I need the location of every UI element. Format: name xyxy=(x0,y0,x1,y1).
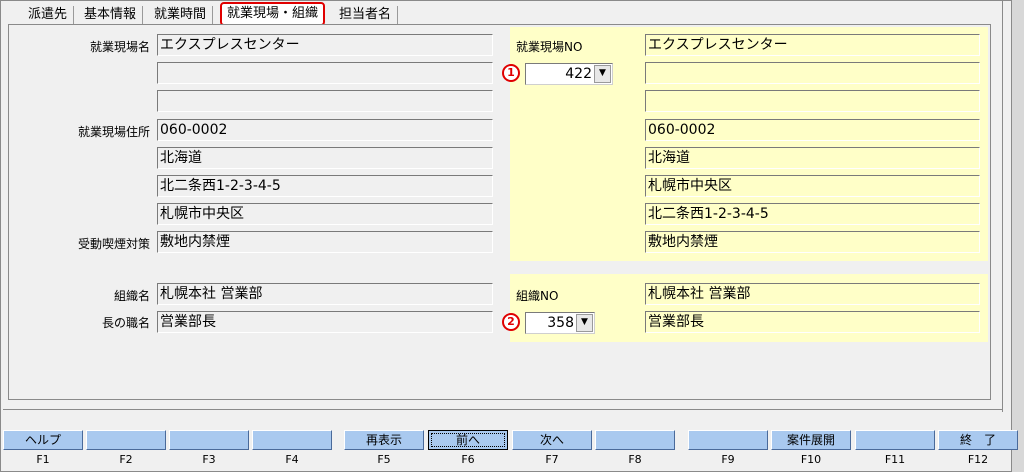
master-chief-title-field[interactable]: 営業部長 xyxy=(645,311,980,333)
site-name-field[interactable]: エクスプレスセンター xyxy=(157,34,493,56)
site-name-field-2[interactable] xyxy=(157,62,493,84)
site-name-field-3[interactable] xyxy=(157,90,493,112)
chief-title-label: 長の職名 xyxy=(101,316,150,330)
f2-button[interactable] xyxy=(86,430,166,450)
f7-key-label: F7 xyxy=(545,453,559,466)
f6-key-label: F6 xyxy=(461,453,475,466)
f12-key-label: F12 xyxy=(967,453,989,466)
f1-key-label: F1 xyxy=(36,453,50,466)
f10-key-label: F10 xyxy=(800,453,822,466)
f7-next-button[interactable]: 次へ xyxy=(512,430,592,450)
panel-bottom-border xyxy=(3,409,1003,412)
f2-key-label: F2 xyxy=(119,453,133,466)
tab-basic-info[interactable]: 基本情報 xyxy=(78,6,144,26)
tab-work-hours[interactable]: 就業時間 xyxy=(148,6,214,26)
org-no-label: 組織NO xyxy=(516,289,559,303)
f10-expand-button[interactable]: 案件展開 xyxy=(771,430,851,450)
master-prefecture-field[interactable]: 北海道 xyxy=(645,147,980,169)
marker-2: 2 xyxy=(502,313,520,331)
window-edge xyxy=(1012,0,1024,472)
marker-1: 1 xyxy=(502,64,520,82)
address-line2-field[interactable]: 札幌市中央区 xyxy=(157,203,493,225)
master-site-name-field-2[interactable] xyxy=(645,62,980,84)
f4-button[interactable] xyxy=(252,430,332,450)
master-postal-field[interactable]: 060-0002 xyxy=(645,119,980,141)
master-address-line2-field[interactable]: 北二条西1-2-3-4-5 xyxy=(645,203,980,225)
f11-button[interactable] xyxy=(855,430,935,450)
f5-refresh-button[interactable]: 再表示 xyxy=(344,430,424,450)
org-no-select[interactable]: 358 ▼ xyxy=(525,312,595,334)
org-name-label: 組織名 xyxy=(113,289,150,303)
org-no-value: 358 xyxy=(547,315,574,331)
chief-title-field[interactable]: 営業部長 xyxy=(157,311,493,333)
chevron-down-icon[interactable]: ▼ xyxy=(594,65,611,83)
site-address-label: 就業現場住所 xyxy=(77,125,150,139)
prefecture-field[interactable]: 北海道 xyxy=(157,147,493,169)
f3-button[interactable] xyxy=(169,430,249,450)
master-smoking-field[interactable]: 敷地内禁煙 xyxy=(645,231,980,253)
master-site-name-field-3[interactable] xyxy=(645,90,980,112)
f8-button[interactable] xyxy=(595,430,675,450)
f12-exit-button[interactable]: 終 了 xyxy=(938,430,1018,450)
tab-contact-person[interactable]: 担当者名 xyxy=(333,6,399,26)
address-line1-field[interactable]: 北二条西1-2-3-4-5 xyxy=(157,175,493,197)
org-name-field[interactable]: 札幌本社 営業部 xyxy=(157,283,493,305)
smoking-label: 受動喫煙対策 xyxy=(77,237,150,251)
f9-key-label: F9 xyxy=(721,453,735,466)
f6-prev-button[interactable]: 前へ xyxy=(428,430,508,450)
f11-key-label: F11 xyxy=(884,453,906,466)
f8-key-label: F8 xyxy=(628,453,642,466)
f5-key-label: F5 xyxy=(377,453,391,466)
site-no-select[interactable]: 422 ▼ xyxy=(525,63,613,85)
site-no-value: 422 xyxy=(565,66,592,82)
panel-right-border xyxy=(1002,0,1003,412)
smoking-policy-field[interactable]: 敷地内禁煙 xyxy=(157,231,493,253)
master-site-name-field[interactable]: エクスプレスセンター xyxy=(645,34,980,56)
site-name-label: 就業現場名 xyxy=(89,40,150,54)
postal-code-field[interactable]: 060-0002 xyxy=(157,119,493,141)
f3-key-label: F3 xyxy=(202,453,216,466)
master-org-name-field[interactable]: 札幌本社 営業部 xyxy=(645,283,980,305)
f9-button[interactable] xyxy=(688,430,768,450)
tab-worksite-org[interactable]: 就業現場・組織 xyxy=(220,2,326,26)
tab-dispatch-dest[interactable]: 派遣先 xyxy=(22,6,75,26)
f4-key-label: F4 xyxy=(285,453,299,466)
chevron-down-icon[interactable]: ▼ xyxy=(576,314,593,332)
master-address-line1-field[interactable]: 札幌市中央区 xyxy=(645,175,980,197)
f1-help-button[interactable]: ヘルプ xyxy=(3,430,83,450)
site-no-label: 就業現場NO xyxy=(516,40,583,54)
